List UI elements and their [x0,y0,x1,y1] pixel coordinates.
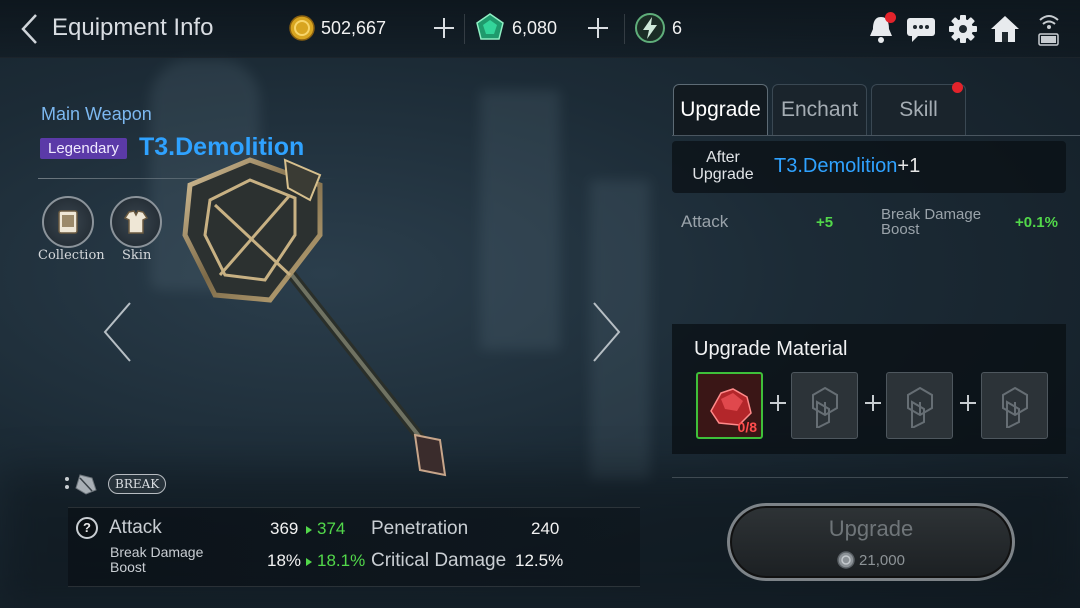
upgrade-attack-label: Attack [681,212,729,231]
material-slot-1[interactable]: 0/8 [696,372,763,439]
tab-upgrade[interactable]: Upgrade [673,84,768,135]
wifi-battery-icon [1038,15,1059,46]
plus-icon [434,18,454,38]
armor-icon [123,210,149,234]
gold-amount: 502,667 [321,17,387,38]
status-indicator [1036,12,1062,46]
divider [672,477,1068,478]
settings-button[interactable] [946,12,980,46]
tab-enchant[interactable]: Enchant [772,84,867,135]
material-count: 0/8 [737,419,757,435]
increase-arrow-icon [306,526,312,534]
back-button[interactable] [16,12,46,46]
stats-panel: ? Attack 369 374 Break Damage Boost 18% … [68,507,640,587]
emerald-gem-icon [476,13,504,40]
next-weapon-arrow[interactable] [588,300,624,364]
break-status-icon [65,474,97,495]
home-icon [991,16,1019,42]
gem-currency: 6,080 [474,12,557,44]
energy-amount: 6 [672,17,683,38]
previous-weapon-arrow[interactable] [100,300,136,364]
upgrade-material-title: Upgrade Material [694,338,848,360]
after-upgrade-label: After Upgrade [692,149,754,183]
break-badge: BREAK [108,474,167,494]
upgrade-attack-delta: +5 [816,214,834,231]
plus-icon [770,395,786,411]
notification-button[interactable] [864,12,898,46]
equipment-slot-label: Main Weapon [41,104,152,124]
gear-icon [949,15,977,43]
home-button[interactable] [988,12,1022,46]
stat-attack-next: 374 [317,519,346,538]
collection-button[interactable] [42,196,94,248]
tab-divider [672,135,1080,136]
stat-critical-value: 12.5% [515,551,564,570]
add-gold-button[interactable] [430,14,458,42]
upgrade-break-delta: +0.1% [1015,214,1058,231]
divider [68,586,640,587]
stat-critical-label: Critical Damage [371,550,507,571]
divider [624,14,625,44]
silver-coin-icon [837,551,855,569]
upgrade-cost: 21,000 [730,551,1012,569]
gold-currency: 502,667 [289,12,386,44]
stat-penetration-value: 240 [531,519,560,538]
background-pillar [480,90,560,350]
energy-orb-icon [635,13,665,43]
upgrade-button-label: Upgrade [828,516,914,541]
plus-icon [960,395,976,411]
upgrade-cost-value: 21,000 [859,551,905,569]
gem-amount: 6,080 [512,17,558,38]
stat-break-current: 18% [267,551,302,570]
gold-coin-icon [289,15,315,41]
tab-skill[interactable]: Skill [871,84,966,135]
stat-penetration-label: Penetration [371,518,469,539]
weapon-illustration [182,157,447,477]
after-upgrade-level: +1 [897,155,921,177]
material-slot-3[interactable] [886,372,953,439]
stat-break-label: Break Damage Boost [110,544,204,575]
plus-icon [865,395,881,411]
upgrade-button[interactable]: Upgrade 21,000 [727,503,1015,581]
notification-badge [885,12,896,23]
book-icon [58,210,78,234]
collection-label: Collection [38,248,105,263]
chat-button[interactable] [904,12,938,46]
break-indicator: BREAK [62,472,167,496]
top-bar: Equipment Info 502,667 6,080 6 [0,0,1080,58]
energy-currency: 6 [634,12,682,44]
increase-arrow-icon [306,558,312,566]
stat-attack-label: Attack [109,517,162,538]
empty-slot-icon [811,386,838,428]
stat-break-next: 18.1% [317,551,366,570]
page-title: Equipment Info [52,14,214,41]
material-slot-2[interactable] [791,372,858,439]
skin-label: Skin [122,248,152,263]
stats-help-button[interactable]: ? [76,517,98,539]
add-gems-button[interactable] [584,14,612,42]
empty-slot-icon [1001,386,1028,428]
divider [464,14,465,44]
after-upgrade-name: T3.Demolition+1 [774,155,920,178]
skin-button[interactable] [110,196,162,248]
empty-slot-icon [906,386,933,428]
chat-icon [907,18,935,42]
grade-badge: Legendary [40,138,127,159]
plus-icon [588,18,608,38]
skill-tab-badge [952,82,963,93]
divider [68,507,640,508]
upgrade-break-label: Break Damage Boost [881,206,982,238]
material-slot-4[interactable] [981,372,1048,439]
stat-attack-current: 369 [270,519,299,538]
chevron-left-icon [21,14,37,44]
after-upgrade-weapon-name: T3.Demolition [774,155,898,177]
